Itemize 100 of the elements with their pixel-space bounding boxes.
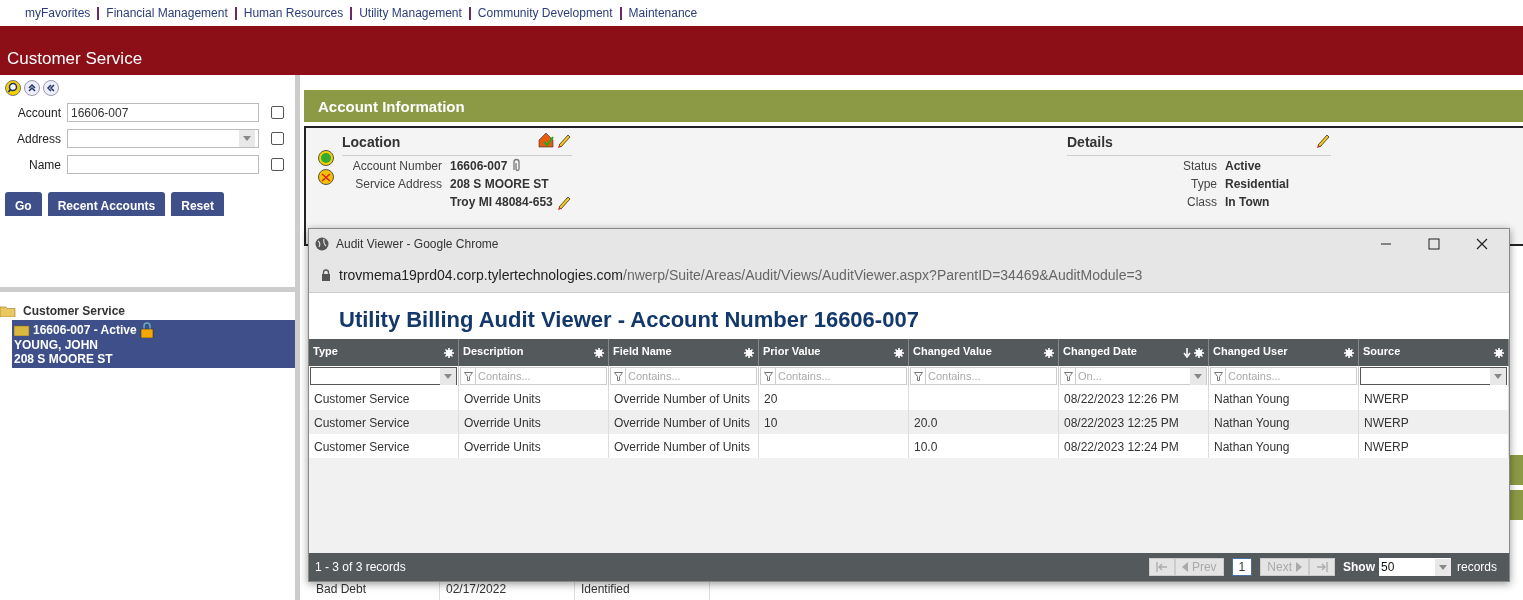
field-label: Address (15, 130, 61, 148)
column-header[interactable]: Source (1359, 339, 1509, 367)
pager-button[interactable]: 1 (1231, 558, 1253, 576)
globe-icon (315, 236, 329, 251)
field-value: Troy MI 48084-653 (450, 194, 553, 210)
settings-icon[interactable] (894, 348, 904, 359)
window-title: Audit Viewer - Google Chrome (336, 235, 499, 253)
section-header: Account Information (304, 90, 1523, 122)
field-label: Account Number (351, 158, 442, 174)
nav-link[interactable]: Maintenance (619, 6, 705, 20)
close-icon[interactable] (1476, 237, 1488, 250)
checkbox[interactable] (271, 158, 284, 171)
column-header[interactable]: Changed User (1209, 339, 1359, 367)
folder-icon (0, 305, 16, 317)
settings-icon[interactable] (1194, 348, 1204, 359)
filter-icon (1064, 371, 1073, 381)
tree-node[interactable]: Customer Service (23, 302, 126, 320)
caret-down-icon[interactable] (1439, 564, 1447, 570)
collapse-up-icon[interactable] (24, 80, 40, 96)
caret-down-icon[interactable] (444, 373, 452, 379)
tree-item[interactable]: 16606-007 - Active YOUNG, JOHN 208 S MOORE ST (12, 320, 295, 368)
search-button[interactable]: Recent Accounts (47, 192, 166, 216)
last-page-icon (1316, 562, 1328, 572)
field-label: Class (1186, 194, 1217, 210)
nav-link[interactable]: Human Resources (234, 6, 351, 20)
field-value: In Town (1225, 194, 1270, 210)
filter-dropdown[interactable] (310, 367, 457, 386)
sort-descending-icon (1183, 348, 1191, 359)
folder-icon (14, 324, 30, 336)
table-cell: Nathan Young (1209, 386, 1359, 411)
page-heading: Utility Billing Audit Viewer - Account Number 16606-007 (339, 307, 920, 334)
column-header[interactable]: Field Name (609, 339, 759, 367)
nav-link[interactable]: Utility Management (350, 6, 469, 20)
table-cell: Customer Service (309, 410, 459, 435)
records-label: records (1457, 559, 1497, 576)
filter-icon (1214, 371, 1223, 381)
field-label: Name (28, 156, 61, 174)
nav-link[interactable]: myFavorites (18, 6, 98, 20)
caret-down-icon[interactable] (243, 136, 251, 141)
filter-dropdown[interactable] (1360, 367, 1507, 386)
collapse-left-icon[interactable] (43, 80, 59, 96)
table-cell: 08/22/2023 12:24 PM (1059, 434, 1209, 459)
field-value: 208 S MOORE ST (450, 176, 549, 192)
table-cell: 08/22/2023 12:26 PM (1059, 386, 1209, 411)
maximize-icon[interactable] (1428, 237, 1440, 250)
filter-icon (614, 371, 623, 381)
caret-right-icon (1296, 562, 1302, 572)
search-icon[interactable] (5, 80, 21, 96)
field-value: Active (1225, 158, 1262, 174)
table-cell: Override Units (459, 434, 609, 459)
table-cell: Customer Service (309, 386, 459, 411)
column-header[interactable]: Prior Value (759, 339, 909, 367)
caret-left-icon (1181, 562, 1188, 572)
field-value: Residential (1225, 176, 1290, 192)
tree-item-label: 16606-007 - Active (33, 323, 137, 337)
search-button[interactable]: Reset (171, 192, 224, 216)
caret-down-icon[interactable] (1494, 373, 1502, 379)
input-field[interactable]: 16606-007 (67, 103, 259, 122)
checkbox[interactable] (271, 106, 284, 119)
column-header[interactable]: Type (309, 339, 459, 367)
table-cell: Nathan Young (1209, 434, 1359, 459)
settings-icon[interactable] (594, 348, 604, 359)
section-title: Location (342, 133, 401, 152)
table-cell: Override Units (459, 386, 609, 411)
first-page-icon (1155, 562, 1168, 572)
settings-icon[interactable] (744, 348, 754, 359)
table-cell: NWERP (1359, 386, 1509, 411)
nav-link[interactable]: Community Development (468, 6, 620, 20)
pencil-icon[interactable] (1315, 132, 1331, 148)
table-cell: Override Number of Units (609, 386, 759, 411)
table-cell: 20 (759, 386, 909, 411)
column-header[interactable]: Changed Value (909, 339, 1059, 367)
filter-icon (464, 371, 473, 381)
search-button[interactable]: Go (5, 192, 42, 216)
settings-icon[interactable] (1344, 348, 1354, 359)
lock-icon (321, 269, 331, 281)
checkbox[interactable] (271, 132, 284, 145)
field-value: 16606-007 (450, 158, 508, 174)
field-label: Type (1190, 176, 1217, 192)
section-title: Details (1067, 133, 1113, 152)
settings-icon[interactable] (444, 348, 454, 359)
lock-icon (139, 322, 154, 338)
field-label: Service Address (354, 176, 442, 192)
pencil-icon[interactable] (555, 194, 572, 210)
page-size-dropdown[interactable]: 50 (1379, 558, 1451, 576)
settings-icon[interactable] (1044, 348, 1054, 359)
pencil-icon[interactable] (556, 132, 572, 148)
column-header[interactable]: Changed Date (1059, 339, 1209, 367)
caret-down-icon[interactable] (1194, 373, 1202, 379)
nav-link[interactable]: Financial Management (97, 6, 235, 20)
field-label: Account (16, 104, 61, 122)
house-icon[interactable] (538, 132, 556, 148)
show-label: Show (1343, 559, 1375, 576)
column-header[interactable]: Description (459, 339, 609, 367)
table-cell: Override Number of Units (609, 434, 759, 459)
tree-item-text: YOUNG, JOHN (14, 338, 99, 352)
table-cell: Customer Service (309, 434, 459, 459)
field-label: Status (1181, 158, 1217, 174)
settings-icon[interactable] (1494, 348, 1504, 359)
input-field[interactable] (67, 155, 259, 174)
